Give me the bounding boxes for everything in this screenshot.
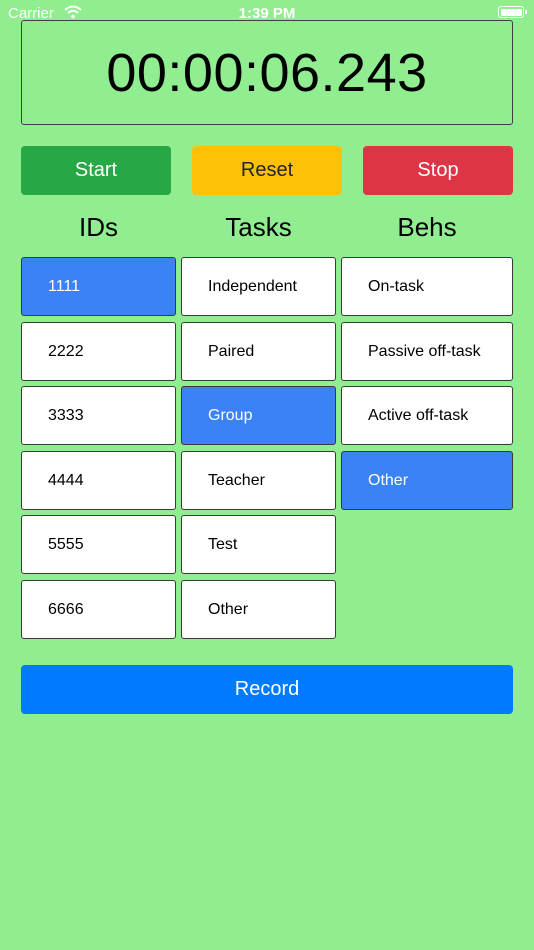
- task-item-other[interactable]: Other: [181, 580, 336, 639]
- task-item-group[interactable]: Group: [181, 386, 336, 445]
- task-item-paired[interactable]: Paired: [181, 322, 336, 381]
- behs-header: Behs: [397, 212, 457, 242]
- id-item-2222[interactable]: 2222: [21, 322, 176, 381]
- reset-button[interactable]: Reset: [192, 146, 342, 195]
- task-item-test[interactable]: Test: [181, 515, 336, 574]
- id-item-4444[interactable]: 4444: [21, 451, 176, 510]
- id-item-6666[interactable]: 6666: [21, 580, 176, 639]
- beh-item-other[interactable]: Other: [341, 451, 513, 510]
- battery-icon: [498, 6, 527, 18]
- beh-item-on-task[interactable]: On-task: [341, 257, 513, 316]
- ids-header: IDs: [79, 212, 118, 242]
- timer-display: 00:00:06.243: [21, 20, 513, 125]
- id-item-5555[interactable]: 5555: [21, 515, 176, 574]
- beh-item-active-off-task[interactable]: Active off-task: [341, 386, 513, 445]
- task-item-teacher[interactable]: Teacher: [181, 451, 336, 510]
- tasks-header: Tasks: [225, 212, 292, 242]
- task-item-independent[interactable]: Independent: [181, 257, 336, 316]
- id-item-3333[interactable]: 3333: [21, 386, 176, 445]
- timer-text: 00:00:06.243: [106, 42, 428, 103]
- id-item-1111[interactable]: 1111: [21, 257, 176, 316]
- record-button[interactable]: Record: [21, 665, 513, 714]
- stop-button[interactable]: Stop: [363, 146, 513, 195]
- beh-item-passive-off-task[interactable]: Passive off-task: [341, 322, 513, 381]
- start-button[interactable]: Start: [21, 146, 171, 195]
